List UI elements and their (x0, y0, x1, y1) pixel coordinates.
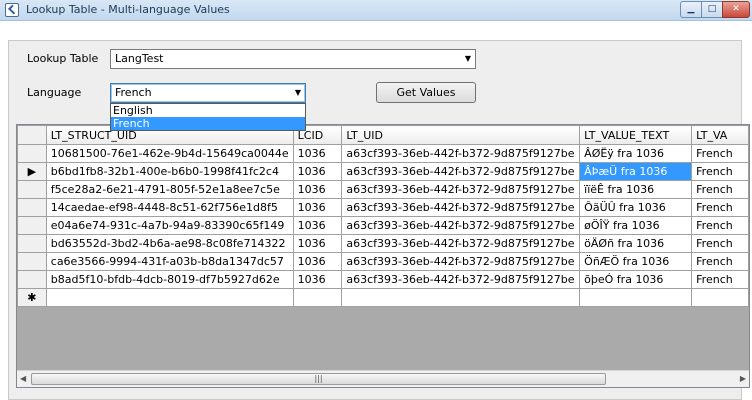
cell-struct-uid[interactable]: b6bd1fb8-32b1-400e-b6b0-1998f41fc2c4 (45, 162, 294, 181)
cell-lt-uid[interactable]: a63cf393-36eb-442f-b372-9d875f9127be (341, 252, 581, 271)
cell-lcid[interactable]: 1036 (292, 162, 343, 181)
data-grid[interactable]: LT_STRUCT_UID LCID LT_UID LT_VALUE_TEXT … (16, 124, 750, 388)
cell-lt-uid[interactable]: a63cf393-36eb-442f-b372-9d875f9127be (341, 270, 581, 289)
cell-lcid[interactable]: 1036 (292, 252, 343, 271)
language-option-english[interactable]: English (111, 104, 305, 117)
cell-struct-uid[interactable]: ca6e3566-9994-431f-a03b-b8da1347dc57 (45, 252, 294, 271)
chevron-down-icon: ▼ (464, 54, 471, 63)
cell-value-text[interactable]: ÂØËÿ fra 1036 (579, 144, 693, 163)
new-row-cell[interactable] (292, 288, 343, 307)
lookup-table-select[interactable]: LangTest ▼ (110, 49, 476, 69)
scroll-left-icon[interactable]: ◀ (20, 374, 26, 383)
cell-struct-uid[interactable]: f5ce28a2-6e21-4791-805f-52e1a8ee7c5e (45, 180, 294, 199)
cell-value-text[interactable]: øÖÎŸ fra 1036 (579, 216, 693, 235)
row-header[interactable] (17, 198, 47, 217)
get-values-button[interactable]: Get Values (376, 82, 476, 103)
maximize-button[interactable]: □ (701, 1, 723, 18)
table-row[interactable]: bd63552d-3bd2-4b6a-ae98-8c08fe714322 103… (17, 234, 749, 253)
language-option-french[interactable]: French (111, 117, 305, 130)
cell-lt-va[interactable]: French (691, 252, 749, 271)
table-row[interactable]: ▶ b6bd1fb8-32b1-400e-b6b0-1998f41fc2c4 1… (17, 162, 749, 181)
cell-lt-uid[interactable]: a63cf393-36eb-442f-b372-9d875f9127be (341, 162, 581, 181)
cell-lt-uid[interactable]: a63cf393-36eb-442f-b372-9d875f9127be (341, 216, 581, 235)
cell-lt-uid[interactable]: a63cf393-36eb-442f-b372-9d875f9127be (341, 180, 581, 199)
table-row[interactable]: e04a6e74-931c-4a7b-94a9-83390c65f149 103… (17, 216, 749, 235)
cell-struct-uid[interactable]: bd63552d-3bd2-4b6a-ae98-8c08fe714322 (45, 234, 294, 253)
row-header[interactable] (17, 180, 47, 199)
column-header-lt-value-text[interactable]: LT_VALUE_TEXT (579, 125, 693, 145)
app-icon (5, 3, 19, 17)
scrollbar-thumb[interactable]: ||| (31, 373, 606, 385)
minimize-button[interactable]: ▁ (680, 1, 702, 18)
current-row-indicator[interactable]: ▶ (17, 162, 47, 181)
cell-value-text[interactable]: ïïëÊ fra 1036 (579, 180, 693, 199)
cell-value-text[interactable]: öÄØñ fra 1036 (579, 234, 693, 253)
language-select[interactable]: French ▼ (110, 83, 306, 103)
cell-lt-va[interactable]: French (691, 234, 749, 253)
horizontal-scrollbar[interactable]: ◀ ||| ▶ (17, 370, 749, 387)
cell-lt-uid[interactable]: a63cf393-36eb-442f-b372-9d875f9127be (341, 144, 581, 163)
cell-lt-va[interactable]: French (691, 216, 749, 235)
cell-lt-va[interactable]: French (691, 144, 749, 163)
cell-struct-uid[interactable]: 14caedae-ef98-4448-8c51-62f756e1d8f5 (45, 198, 294, 217)
row-header[interactable] (17, 216, 47, 235)
new-row[interactable]: ✱ (17, 288, 749, 307)
cell-lt-va[interactable]: French (691, 198, 749, 217)
cell-lt-uid[interactable]: a63cf393-36eb-442f-b372-9d875f9127be (341, 198, 581, 217)
cell-struct-uid[interactable]: 10681500-76e1-462e-9b4d-15649ca0044e (45, 144, 294, 163)
window-title: Lookup Table - Multi-language Values (26, 3, 230, 16)
cell-value-text-selected[interactable]: ÂÞæÜ fra 1036 (579, 162, 693, 181)
chevron-down-icon: ▼ (294, 88, 301, 97)
table-row[interactable]: b8ad5f10-bfdb-4dcb-8019-df7b5927d62e 103… (17, 270, 749, 289)
cell-value-text[interactable]: ÔäÜÛ fra 1036 (579, 198, 693, 217)
cell-lcid[interactable]: 1036 (292, 234, 343, 253)
cell-lcid[interactable]: 1036 (292, 144, 343, 163)
row-header[interactable] (17, 270, 47, 289)
grid-corner-cell[interactable] (17, 125, 47, 145)
new-row-cell[interactable] (579, 288, 693, 307)
language-value: French (115, 86, 152, 99)
table-row[interactable]: ca6e3566-9994-431f-a03b-b8da1347dc57 103… (17, 252, 749, 271)
cell-lcid[interactable]: 1036 (292, 270, 343, 289)
column-header-lt-va[interactable]: LT_VA (691, 125, 749, 145)
table-row[interactable]: f5ce28a2-6e21-4791-805f-52e1a8ee7c5e 103… (17, 180, 749, 199)
lookup-table-label: Lookup Table (27, 52, 99, 65)
new-row-cell[interactable] (45, 288, 294, 307)
cell-value-text[interactable]: ÖñÆÖ fra 1036 (579, 252, 693, 271)
close-button[interactable]: ✕ (722, 1, 750, 18)
table-row[interactable]: 14caedae-ef98-4448-8c51-62f756e1d8f5 103… (17, 198, 749, 217)
row-header[interactable] (17, 234, 47, 253)
cell-struct-uid[interactable]: e04a6e74-931c-4a7b-94a9-83390c65f149 (45, 216, 294, 235)
grid-table: LT_STRUCT_UID LCID LT_UID LT_VALUE_TEXT … (17, 125, 749, 307)
language-dropdown-list: English French (110, 103, 306, 131)
new-row-cell[interactable] (341, 288, 581, 307)
language-label: Language (27, 86, 82, 99)
cell-lcid[interactable]: 1036 (292, 216, 343, 235)
cell-lt-uid[interactable]: a63cf393-36eb-442f-b372-9d875f9127be (341, 234, 581, 253)
new-row-indicator[interactable]: ✱ (17, 288, 47, 307)
row-header[interactable] (17, 252, 47, 271)
cell-lcid[interactable]: 1036 (292, 180, 343, 199)
cell-struct-uid[interactable]: b8ad5f10-bfdb-4dcb-8019-df7b5927d62e (45, 270, 294, 289)
table-row[interactable]: 10681500-76e1-462e-9b4d-15649ca0044e 103… (17, 144, 749, 163)
title-bar[interactable]: Lookup Table - Multi-language Values ▁ □… (0, 0, 752, 21)
cell-lt-va[interactable]: French (691, 180, 749, 199)
cell-lt-va[interactable]: French (691, 162, 749, 181)
cell-lcid[interactable]: 1036 (292, 198, 343, 217)
row-header[interactable] (17, 144, 47, 163)
cell-value-text[interactable]: õþeÓ fra 1036 (579, 270, 693, 289)
column-header-lt-uid[interactable]: LT_UID (341, 125, 581, 145)
lookup-table-value: LangTest (115, 52, 164, 65)
scroll-right-icon[interactable]: ▶ (740, 374, 746, 383)
cell-lt-va[interactable]: French (691, 270, 749, 289)
new-row-cell[interactable] (691, 288, 749, 307)
